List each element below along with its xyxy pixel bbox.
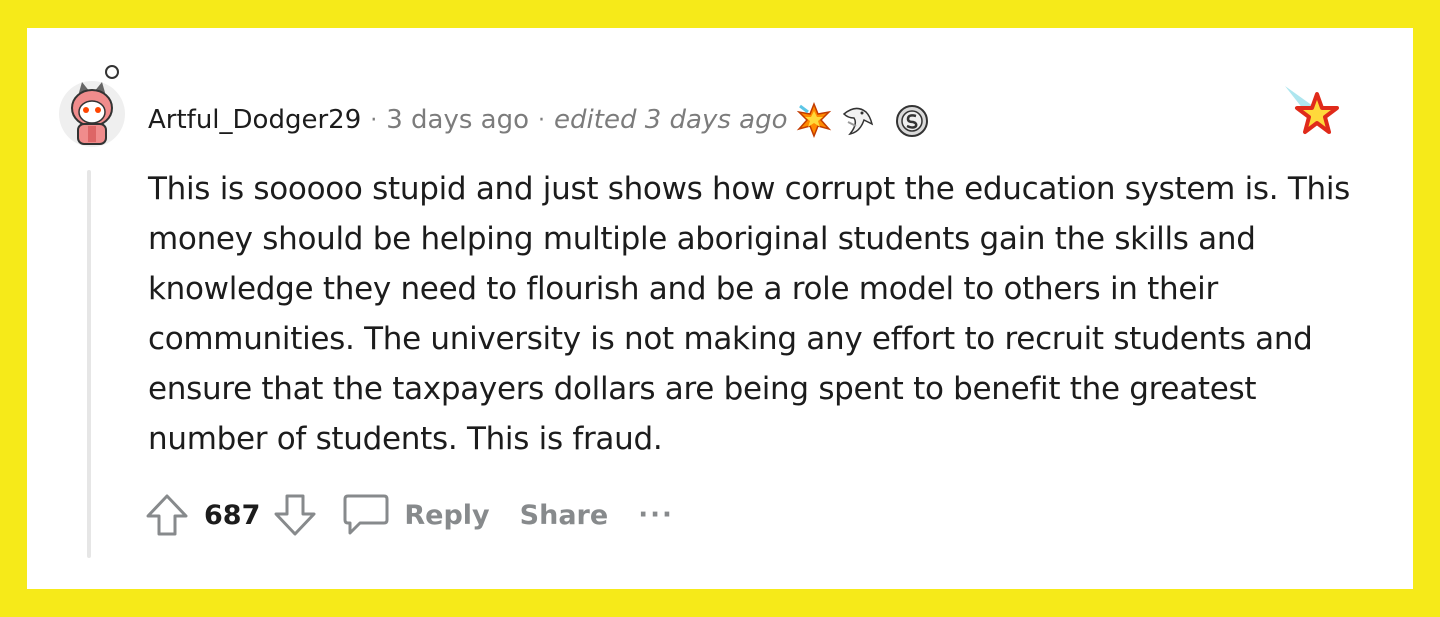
more-options-button[interactable]: ··· xyxy=(638,502,674,528)
username[interactable]: Artful_Dodger29 xyxy=(148,105,361,135)
comment-card: Artful_Dodger29 · 3 days ago · edited 3 … xyxy=(27,28,1413,589)
comment-body: This is sooooo stupid and just shows how… xyxy=(148,171,1351,457)
bird-award-icon[interactable] xyxy=(840,102,876,138)
comment-header: Artful_Dodger29 · 3 days ago · edited 3 … xyxy=(148,100,930,140)
speech-bubble-icon[interactable] xyxy=(342,492,390,538)
downvote-arrow-icon[interactable] xyxy=(272,492,318,538)
share-button[interactable]: Share xyxy=(520,500,609,531)
reply-button[interactable]: Reply xyxy=(404,500,489,531)
star-icon xyxy=(1283,84,1339,138)
upvote-arrow-icon[interactable] xyxy=(144,492,190,538)
comment-actions: 687 Reply Share ··· xyxy=(144,490,674,540)
separator-dot: · xyxy=(370,107,378,133)
vote-count: 687 xyxy=(204,499,261,531)
separator-dot: · xyxy=(538,107,546,133)
timestamp[interactable]: 3 days ago xyxy=(386,105,529,135)
avatar[interactable] xyxy=(58,64,126,152)
starburst-award-icon[interactable] xyxy=(796,102,832,138)
silver-coin-award-icon[interactable] xyxy=(894,102,930,138)
edited-timestamp: edited 3 days ago xyxy=(554,105,788,135)
thread-line[interactable] xyxy=(87,170,91,558)
